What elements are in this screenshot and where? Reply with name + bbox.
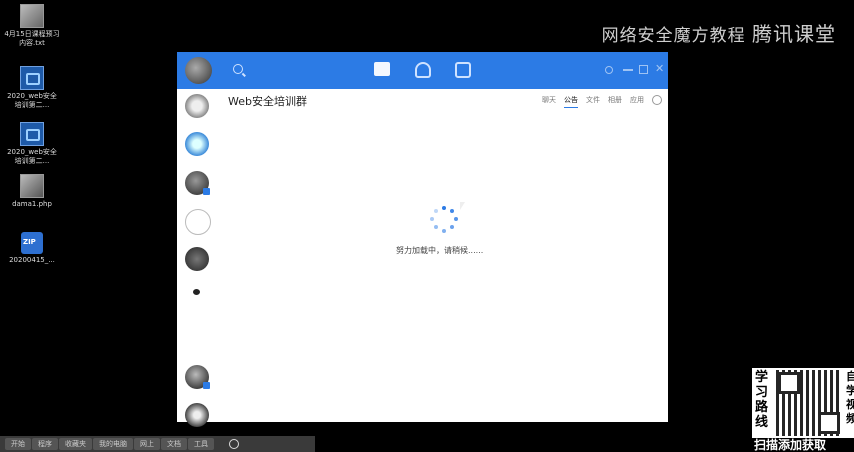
minimize-icon[interactable] bbox=[623, 69, 633, 71]
desktop-icon-label: 2020_web安全培训第二... bbox=[7, 148, 57, 165]
tab-apps[interactable]: 应用 bbox=[630, 95, 644, 108]
tab-chat[interactable]: 聊天 bbox=[542, 95, 556, 108]
desktop-icon-web-course-2[interactable]: 2020_web安全培训第二... bbox=[4, 122, 60, 166]
conversation-list bbox=[177, 89, 217, 427]
maximize-icon[interactable] bbox=[639, 65, 648, 74]
desktop-icon-label: 2020_web安全培训第二... bbox=[7, 92, 57, 109]
taskbar-item[interactable]: 工具 bbox=[188, 438, 214, 450]
desktop-icon-php-file[interactable]: dama1.php bbox=[4, 174, 60, 209]
desktop-icon-label: 4月15日课程预习内容.txt bbox=[4, 30, 60, 47]
taskbar-item[interactable]: 文档 bbox=[161, 438, 187, 450]
desktop-icon-label: dama1.php bbox=[12, 200, 52, 208]
search-icon[interactable] bbox=[233, 64, 243, 74]
qq-window: ✕ Web安全培训群 聊天 公告 文件 相册 应用 努力加载中，请稍候.....… bbox=[177, 52, 668, 427]
loading-text: 努力加载中，请稍候...... bbox=[396, 246, 484, 255]
desktop-icon-zip-file[interactable]: 20200415_... bbox=[4, 232, 60, 265]
video-watermark: 网络安全魔方教程 腾讯课堂 bbox=[602, 18, 836, 47]
taskbar-item[interactable]: 收藏夹 bbox=[59, 438, 92, 450]
taskbar: 开始 程序 收藏夹 我的电脑 网上 文档 工具 bbox=[0, 436, 315, 452]
loading-spinner-icon bbox=[430, 206, 458, 234]
qr-code-icon bbox=[776, 370, 842, 436]
conversation-avatar[interactable] bbox=[185, 365, 210, 389]
taskbar-item[interactable]: 网上 bbox=[134, 438, 160, 450]
power-icon[interactable] bbox=[229, 439, 239, 449]
conversation-avatar[interactable] bbox=[185, 403, 209, 427]
desktop-icon-label: 20200415_... bbox=[9, 256, 55, 264]
online-badge-icon bbox=[203, 382, 210, 389]
chat-header: Web安全培训群 聊天 公告 文件 相册 应用 bbox=[217, 89, 668, 113]
taskbar-item[interactable]: 开始 bbox=[5, 438, 31, 450]
chat-tabs: 聊天 公告 文件 相册 应用 bbox=[542, 95, 662, 108]
conversation-avatar[interactable] bbox=[185, 94, 209, 118]
tab-files[interactable]: 文件 bbox=[586, 95, 600, 108]
online-badge-icon bbox=[203, 188, 210, 195]
promo-left-text: 学习路线 bbox=[755, 370, 769, 430]
watermark-text-b: 腾讯课堂 bbox=[752, 22, 836, 46]
qq-title-bar: ✕ bbox=[177, 52, 668, 89]
desktop-icon-web-course-1[interactable]: 2020_web安全培训第二... bbox=[4, 66, 60, 110]
php-file-icon bbox=[20, 174, 44, 198]
conversation-avatar[interactable] bbox=[185, 132, 209, 156]
contacts-tab-icon[interactable] bbox=[415, 62, 431, 78]
web-course-icon bbox=[20, 122, 44, 146]
promo-right-text: 自学视频 bbox=[846, 370, 854, 425]
taskbar-item[interactable]: 程序 bbox=[32, 438, 58, 450]
promo-bottom-text: 扫描添加获取 bbox=[752, 438, 854, 452]
conversation-avatar[interactable] bbox=[185, 247, 209, 271]
tab-announcement[interactable]: 公告 bbox=[564, 95, 578, 108]
text-file-icon bbox=[20, 4, 44, 28]
close-icon[interactable]: ✕ bbox=[655, 62, 665, 75]
group-title: Web安全培训群 bbox=[228, 95, 307, 108]
qr-promo-panel: 学习路线 自学视频 扫描添加获取 bbox=[752, 368, 854, 452]
tab-album[interactable]: 相册 bbox=[608, 95, 622, 108]
gear-icon[interactable] bbox=[652, 95, 662, 105]
zip-file-icon bbox=[21, 232, 43, 254]
user-avatar[interactable] bbox=[185, 57, 212, 84]
web-course-icon bbox=[20, 66, 44, 90]
desktop-icon-course-notes[interactable]: 4月15日课程预习内容.txt bbox=[4, 4, 60, 48]
conversation-avatar[interactable] bbox=[185, 287, 209, 311]
qzone-tab-icon[interactable] bbox=[455, 62, 471, 78]
skin-icon[interactable] bbox=[605, 66, 613, 74]
messages-tab-icon[interactable] bbox=[374, 62, 390, 76]
conversation-avatar[interactable] bbox=[185, 209, 211, 235]
watermark-text-a: 网络安全魔方教程 bbox=[601, 26, 746, 46]
conversation-avatar[interactable] bbox=[185, 171, 210, 195]
mouse-cursor-icon bbox=[460, 202, 465, 210]
taskbar-item[interactable]: 我的电脑 bbox=[93, 438, 133, 450]
